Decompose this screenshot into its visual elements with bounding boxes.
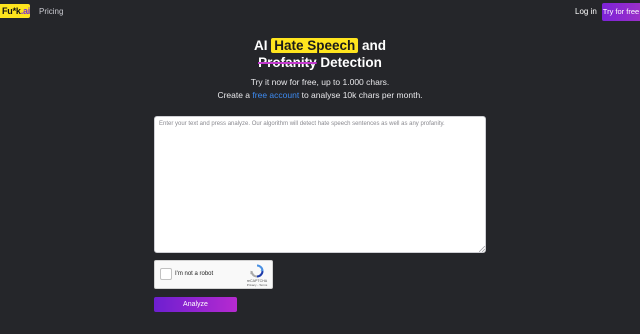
recaptcha-logo-icon <box>250 264 264 278</box>
subtitle-account: Create a free account to analyse 10k cha… <box>0 90 640 100</box>
brand-logo[interactable]: Fu*k.ai <box>0 4 30 18</box>
recaptcha-checkbox[interactable] <box>160 268 172 280</box>
text-input[interactable] <box>154 116 486 253</box>
recaptcha-terms[interactable]: Privacy - Terms <box>243 283 271 287</box>
title-suffix: Detection <box>320 55 382 70</box>
subtitle-prefix: Create a <box>217 90 251 100</box>
free-account-link[interactable]: free account <box>252 90 299 100</box>
title-prefix: AI <box>253 38 268 53</box>
nav-pricing-link[interactable]: Pricing <box>39 7 63 16</box>
analyze-button[interactable]: Analyze <box>154 297 237 312</box>
try-for-free-button[interactable]: Try for free <box>602 3 640 21</box>
title-highlight: Hate Speech <box>271 38 359 53</box>
subtitle-free-limit: Try it now for free, up to 1.000 chars. <box>250 77 390 87</box>
top-navbar: Fu*k.ai Pricing Log in Try for free <box>0 0 640 24</box>
recaptcha-widget: I'm not a robot reCAPTCHA Privacy - Term… <box>154 260 273 289</box>
nav-login-link[interactable]: Log in <box>575 7 597 16</box>
title-strike: Profanity <box>258 55 317 70</box>
page-title: AI Hate Speech and Profanity Detection <box>0 37 640 71</box>
subtitle-suffix: to analyse 10k chars per month. <box>301 90 423 100</box>
logo-text: Fu*k <box>2 6 21 16</box>
recaptcha-label: I'm not a robot <box>175 271 214 277</box>
logo-suffix: .ai <box>20 6 30 16</box>
title-and: and <box>362 38 387 53</box>
resize-grip-icon[interactable] <box>479 246 485 252</box>
